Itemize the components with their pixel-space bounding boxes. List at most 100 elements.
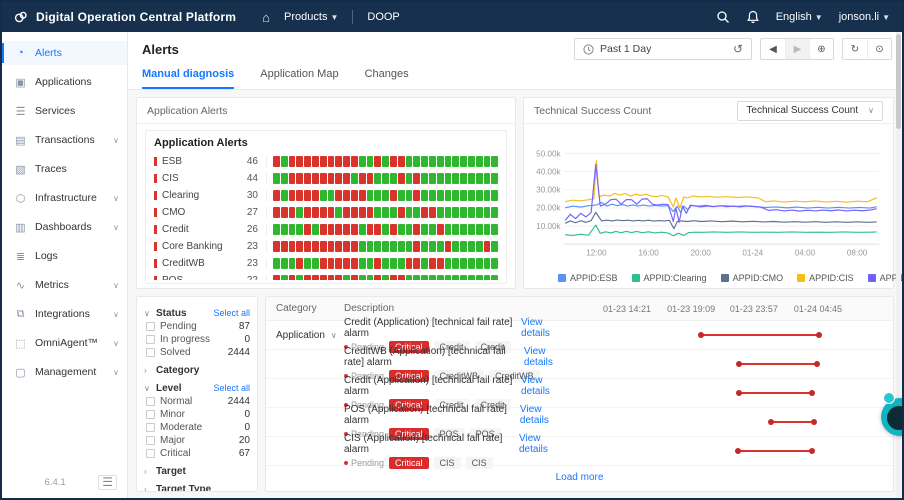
undo-icon[interactable]: ↺ [733,42,743,56]
filter-option[interactable]: In progress0 [144,333,250,346]
step-back-button[interactable]: ◀ [761,39,785,59]
status-heatmap-strip[interactable] [266,173,498,184]
sidebar-item-transactions[interactable]: ▤Transactions∨ [2,128,127,152]
status-heatmap-strip[interactable] [266,258,498,269]
alert-duration-bar[interactable] [738,450,812,452]
checkbox[interactable] [146,436,155,445]
mascot-badge [883,392,895,404]
heatmap-cell [359,156,366,167]
sidebar-item-label: Transactions [35,134,95,146]
view-details-link[interactable]: View details [521,375,569,397]
checkbox[interactable] [146,397,155,406]
view-details-link[interactable]: View details [520,404,569,426]
filter-option[interactable]: Critical67 [144,447,250,460]
checkbox[interactable] [146,410,155,419]
zoom-in-button[interactable]: ⊕ [809,39,833,59]
filter-option[interactable]: Solved2444 [144,346,250,359]
sidebar-item-metrics[interactable]: ∿Metrics∨ [2,273,127,297]
workspace-label[interactable]: DOOP [367,11,399,23]
time-range-picker[interactable]: Past 1 Day ↺ [574,38,752,60]
scrollbar-thumb[interactable] [896,34,901,129]
filter-section-target-type[interactable]: ›Target Type [144,482,250,492]
heatmap-cell [398,190,405,201]
sidebar-item-dashboards[interactable]: ▥Dashboards∨ [2,215,127,239]
legend-item[interactable]: APPID:Clearing [632,273,707,283]
heatmap-cell [296,207,303,218]
heatmap-cell [335,241,342,252]
sidebar-item-alerts[interactable]: ◔Alerts [2,41,127,65]
status-heatmap-strip[interactable] [266,224,498,235]
tab-manual-diagnosis[interactable]: Manual diagnosis [142,68,234,89]
sidebar-item-logs[interactable]: ≣Logs [2,244,127,268]
status-heatmap-strip[interactable] [266,190,498,201]
sidebar-collapse-icon[interactable]: ☰ [98,475,117,490]
filter-option[interactable]: Pending87 [144,320,250,333]
heatmap-cell [406,207,413,218]
filter-option[interactable]: Major20 [144,434,250,447]
sidebar-item-services[interactable]: ☰Services [2,99,127,123]
category-filter-dropdown[interactable]: Application∨ [276,330,344,341]
checkbox[interactable] [146,335,155,344]
status-heatmap-strip[interactable] [266,207,498,218]
home-icon[interactable]: ⌂ [262,10,270,25]
tab-changes[interactable]: Changes [365,68,409,89]
select-all-link[interactable]: Select all [213,308,250,318]
view-details-link[interactable]: View details [519,433,569,455]
legend-item[interactable]: APPID:ESB [558,273,618,283]
filter-option[interactable]: Moderate0 [144,421,250,434]
sidebar-item-traces[interactable]: ▧Traces [2,157,127,181]
status-heatmap-strip[interactable] [266,241,498,252]
alert-duration-bar[interactable] [701,334,819,336]
legend-item[interactable]: APPID:CIS [797,273,854,283]
filter-option[interactable]: Normal2444 [144,395,250,408]
checkbox[interactable] [146,449,155,458]
heatmap-cell [351,224,358,235]
step-forward-button[interactable]: ▶ [785,39,809,59]
heatmap-cell [476,190,483,201]
filter-section-target[interactable]: ›Target [144,464,250,478]
heatmap-cell [374,173,381,184]
products-menu[interactable]: Products▼ [284,11,338,23]
heatmap-cell [445,207,452,218]
timeline-cell [579,350,893,378]
heatmap-cell [468,224,475,235]
legend-swatch [632,274,640,282]
alert-duration-bar[interactable] [771,421,814,423]
heatmap-cell [460,258,467,269]
filter-section-category[interactable]: ›Category [144,363,250,377]
sidebar-item-omniagent-[interactable]: ⬚OmniAgent™∨ [2,331,127,355]
alert-duration-bar[interactable] [739,363,817,365]
checkbox[interactable] [146,322,155,331]
tab-application-map[interactable]: Application Map [260,68,338,89]
sidebar-item-applications[interactable]: ▣Applications [2,70,127,94]
search-icon[interactable] [716,10,730,24]
metric-selector-dropdown[interactable]: Technical Success Count ∨ [737,101,883,121]
legend-item[interactable]: APPID:CMO [721,273,784,283]
alert-count: 44 [236,173,258,184]
checkbox[interactable] [146,348,155,357]
notifications-bell-icon[interactable] [746,10,760,24]
heatmap-cell [476,224,483,235]
checkbox[interactable] [146,423,155,432]
sidebar-item-infrastructure[interactable]: ⬡Infrastructure∨ [2,186,127,210]
load-more-link[interactable]: Load more [266,466,893,483]
status-heatmap-strip[interactable] [266,156,498,167]
select-all-link[interactable]: Select all [213,383,250,393]
alert-duration-bar[interactable] [739,392,812,394]
view-details-link[interactable]: View details [521,317,569,339]
filter-option[interactable]: Minor0 [144,408,250,421]
filter-option-count: 0 [244,409,250,420]
alert-description-line: CreditWB (Application) [technical fail r… [344,346,579,368]
sidebar-item-integrations[interactable]: ⧉Integrations∨ [2,302,127,326]
refresh-button[interactable]: ↻ [843,39,867,59]
heatmap-cell [343,258,350,269]
settings-button[interactable]: ⊙ [867,39,891,59]
filter-section-status[interactable]: ∨StatusSelect all [144,306,250,320]
heatmap-cell [296,173,303,184]
svg-text:40.00k: 40.00k [536,167,561,176]
view-details-link[interactable]: View details [524,346,569,368]
filter-section-level[interactable]: ∨LevelSelect all [144,381,250,395]
language-selector[interactable]: English▼ [776,11,823,23]
user-menu[interactable]: jonson.li▼ [839,11,890,23]
sidebar-item-management[interactable]: ▢Management∨ [2,360,127,384]
